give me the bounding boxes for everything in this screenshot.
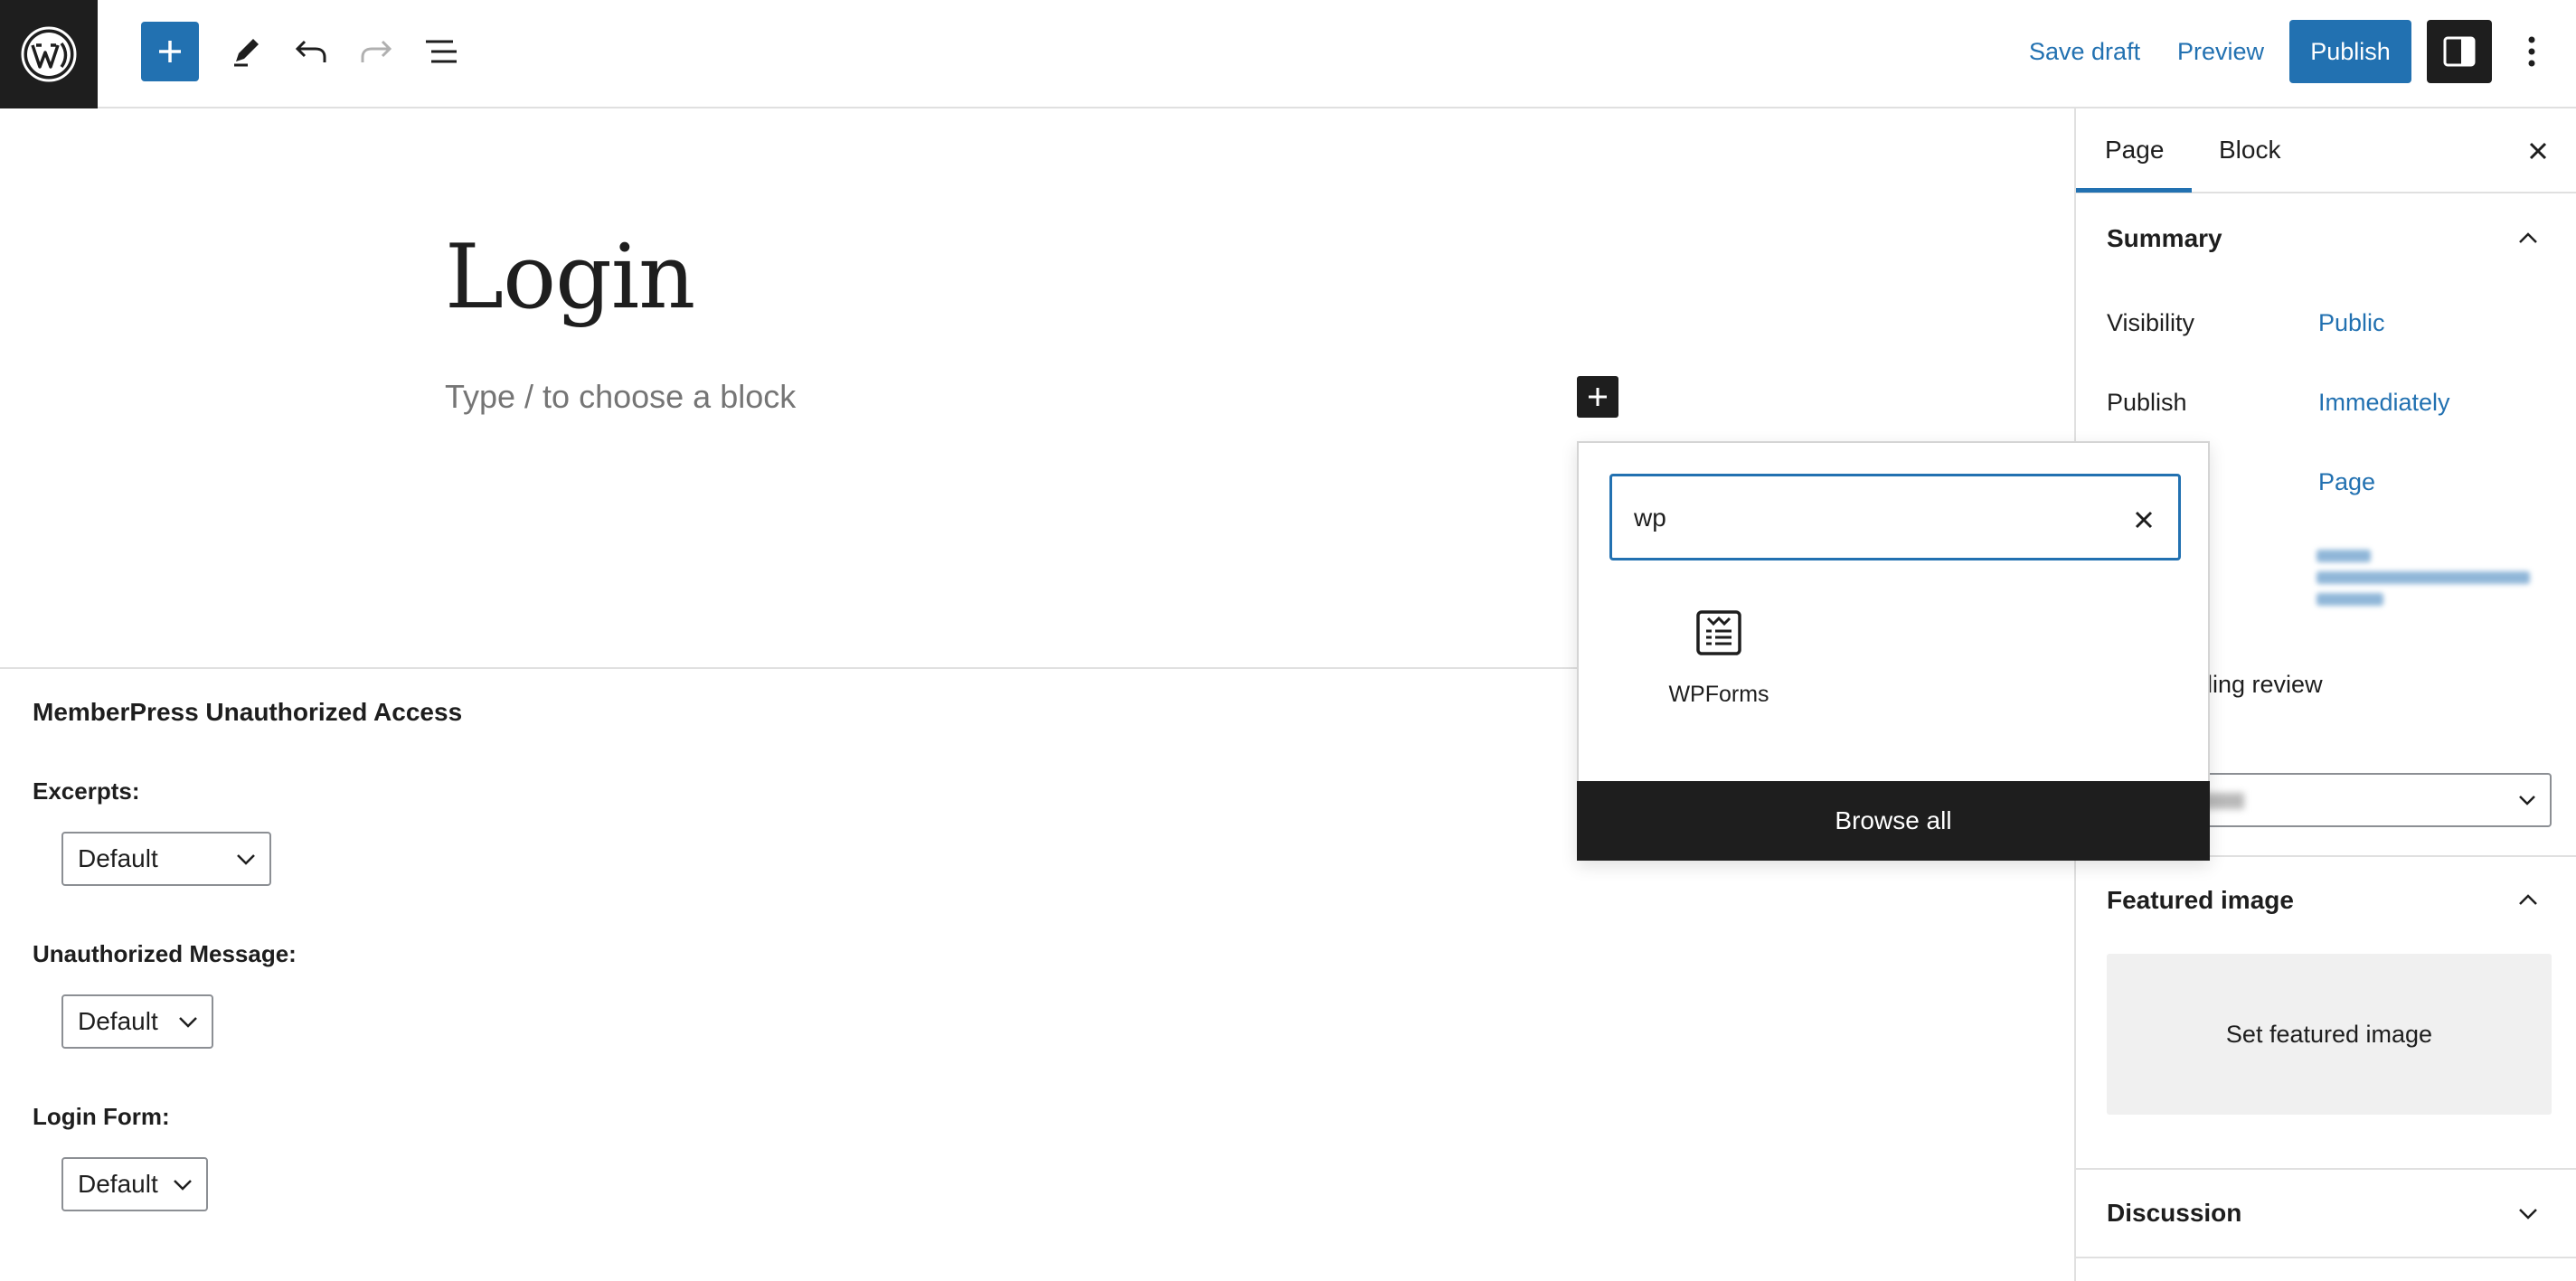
close-sidebar-button[interactable]: [2517, 130, 2559, 172]
tab-page[interactable]: Page: [2105, 136, 2164, 165]
plus-icon: [1589, 388, 1607, 406]
clear-search-button[interactable]: [2124, 500, 2164, 540]
list-view-icon: [426, 40, 457, 63]
plus-icon: [159, 41, 181, 62]
tools-button[interactable]: [217, 22, 275, 81]
redo-button[interactable]: [347, 22, 405, 81]
discussion-panel-toggle[interactable]: Discussion: [2076, 1170, 2576, 1257]
sidebar-icon: [2443, 36, 2476, 67]
save-draft-button[interactable]: Save draft: [2029, 20, 2140, 83]
featured-image-title: Featured image: [2107, 886, 2294, 914]
discussion-title: Discussion: [2107, 1199, 2242, 1227]
browse-all-button[interactable]: Browse all: [1577, 781, 2210, 861]
document-overview-button[interactable]: [412, 22, 470, 81]
unauthorized-message-select-value: Default: [78, 1007, 158, 1035]
wpforms-icon: [1692, 606, 1746, 660]
save-draft-label: Save draft: [2029, 37, 2141, 65]
login-form-select-value: Default: [78, 1170, 158, 1198]
close-icon: [2135, 511, 2153, 529]
block-result-label: WPForms: [1668, 682, 1769, 707]
chevron-up-icon: [2519, 232, 2537, 243]
sidebar-tabs: Page Block: [2076, 108, 2576, 193]
excerpts-select-value: Default: [78, 844, 158, 872]
excerpts-label: Excerpts:: [33, 777, 140, 805]
preview-label: Preview: [2177, 37, 2265, 65]
active-tab-indicator: [2076, 188, 2192, 193]
chevron-down-icon: [179, 1017, 197, 1028]
block-appender-button[interactable]: [1577, 376, 1618, 418]
unauthorized-message-select[interactable]: Default: [61, 994, 213, 1049]
more-vertical-icon: [2528, 36, 2535, 67]
summary-panel-toggle[interactable]: Summary: [2076, 195, 2576, 282]
redo-icon: [361, 40, 392, 62]
url-button-blurred[interactable]: [2317, 542, 2539, 626]
wordpress-logo-icon: [21, 26, 77, 82]
quick-inserter-popover: WPForms Browse all: [1577, 441, 2210, 861]
block-inserter-toggle-button[interactable]: [141, 22, 199, 81]
template-button[interactable]: Page: [2318, 468, 2375, 496]
undo-button[interactable]: [282, 22, 340, 81]
chevron-down-icon: [237, 854, 255, 865]
settings-toggle-button[interactable]: [2427, 20, 2492, 83]
set-featured-image-button[interactable]: Set featured image: [2107, 954, 2552, 1115]
tab-block[interactable]: Block: [2219, 136, 2280, 165]
featured-image-panel-toggle[interactable]: Featured image: [2076, 857, 2576, 944]
block-search-field[interactable]: [1609, 474, 2181, 560]
publish-date-button[interactable]: Immediately: [2318, 389, 2450, 417]
summary-title: Summary: [2107, 224, 2222, 252]
undo-icon: [295, 40, 326, 62]
visibility-value-button[interactable]: Public: [2318, 309, 2385, 337]
pending-review-label: ding review: [2199, 671, 2323, 698]
page-title[interactable]: Login: [445, 226, 695, 329]
preview-button[interactable]: Preview: [2177, 20, 2264, 83]
metabox-title: MemberPress Unauthorized Access: [33, 698, 463, 726]
chevron-down-icon: [2519, 1209, 2537, 1220]
wordpress-logo-button[interactable]: [0, 0, 98, 108]
visibility-label: Visibility: [2107, 309, 2195, 336]
block-search-input[interactable]: [1634, 500, 2104, 536]
publish-button[interactable]: Publish: [2289, 20, 2411, 83]
panel-divider: [2076, 1257, 2576, 1258]
block-result-wpforms[interactable]: WPForms: [1633, 606, 1805, 741]
editor-header: Save draft Preview Publish: [0, 0, 2576, 108]
excerpts-select[interactable]: Default: [61, 832, 271, 886]
chevron-up-icon: [2519, 894, 2537, 905]
options-menu-button[interactable]: [2505, 20, 2559, 83]
login-form-label: Login Form:: [33, 1103, 170, 1130]
pencil-icon: [234, 39, 259, 67]
empty-block-placeholder[interactable]: Type / to choose a block: [445, 378, 796, 416]
publish-date-label: Publish: [2107, 389, 2187, 416]
close-icon: [2529, 142, 2547, 160]
unauthorized-message-label: Unauthorized Message:: [33, 940, 297, 967]
chevron-down-icon: [2519, 796, 2535, 805]
chevron-down-icon: [174, 1180, 192, 1191]
login-form-select[interactable]: Default: [61, 1157, 208, 1211]
